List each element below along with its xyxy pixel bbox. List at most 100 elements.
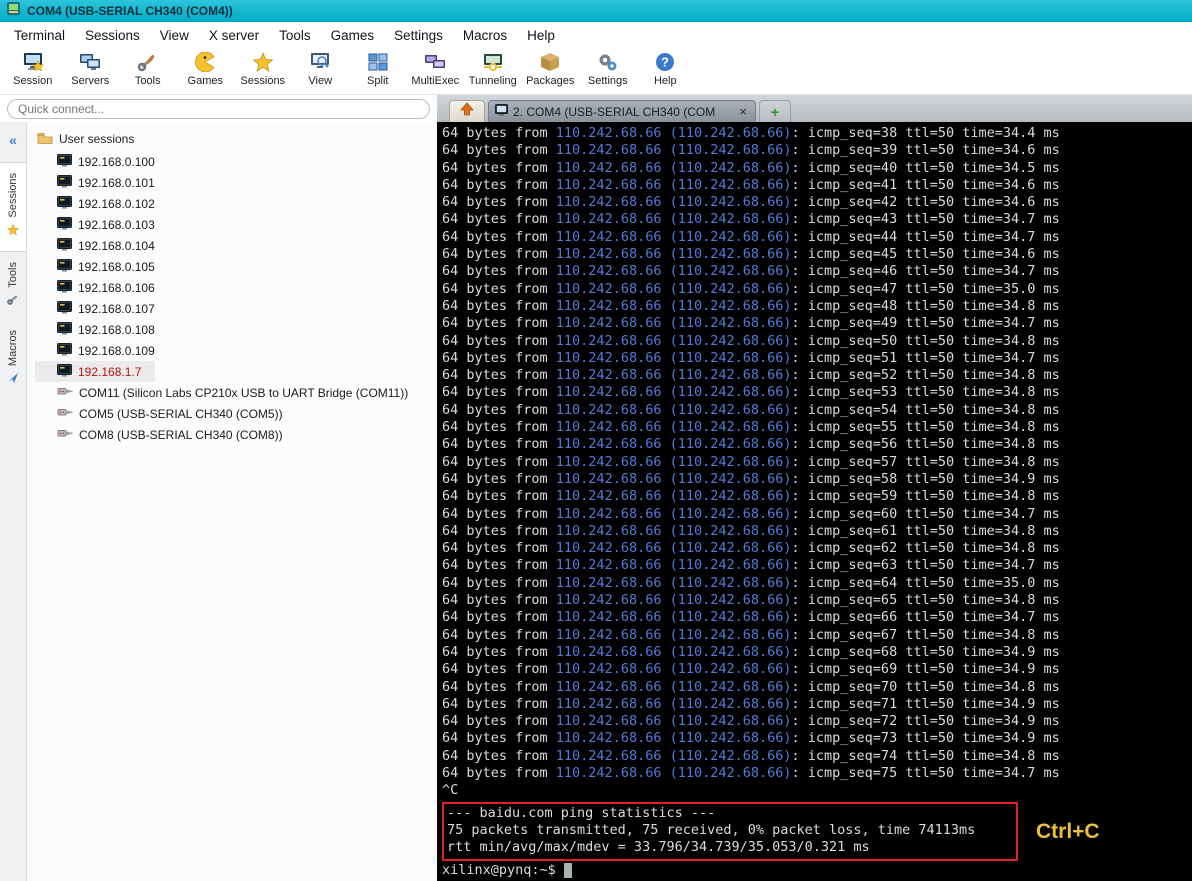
stats-rtt: rtt min/avg/max/mdev = 33.796/34.739/35.… [447,839,870,856]
home-tab-icon [460,102,474,121]
servers-button[interactable]: Servers [62,51,120,87]
ping-line: 64 bytes from 110.242.68.66 (110.242.68.… [442,194,1060,211]
games-icon [193,51,217,73]
ping-line: 64 bytes from 110.242.68.66 (110.242.68.… [442,263,1060,280]
ping-line: 64 bytes from 110.242.68.66 (110.242.68.… [442,436,1060,453]
host-terminal-icon [57,279,72,296]
split-button[interactable]: Split [349,51,407,87]
host-terminal-icon [57,216,72,233]
ping-line: 64 bytes from 110.242.68.66 (110.242.68.… [442,609,1060,626]
home-tab[interactable] [449,100,485,122]
ping-line: 64 bytes from 110.242.68.66 (110.242.68.… [442,453,1060,470]
terminal[interactable]: 64 bytes from 110.242.68.66 (110.242.68.… [437,122,1192,881]
ping-line: 64 bytes from 110.242.68.66 (110.242.68.… [442,557,1060,574]
tree-root[interactable]: User sessions [35,129,437,151]
menu-tools[interactable]: Tools [269,25,321,46]
host-terminal-icon [57,174,72,191]
side-tab-strip: « Sessions Tools Macros [0,122,27,881]
settings-button[interactable]: Settings [579,51,637,87]
host-terminal-icon [57,321,72,338]
tree-item-192.168.0.104[interactable]: 192.168.0.104 [35,235,437,256]
ping-line: 64 bytes from 110.242.68.66 (110.242.68.… [442,764,1060,781]
tree-item-192.168.0.107[interactable]: 192.168.0.107 [35,298,437,319]
quick-connect-input[interactable] [7,98,430,119]
session-button[interactable]: Session [4,51,62,87]
quick-connect-container [0,95,437,122]
host-terminal-icon [57,153,72,170]
ping-line: 64 bytes from 110.242.68.66 (110.242.68.… [442,419,1060,436]
menu-xserver[interactable]: X server [199,25,269,46]
ping-line: 64 bytes from 110.242.68.66 (110.242.68.… [442,540,1060,557]
ping-line: 64 bytes from 110.242.68.66 (110.242.68.… [442,228,1060,245]
tree-item-192.168.0.109[interactable]: 192.168.0.109 [35,340,437,361]
host-terminal-icon [57,300,72,317]
new-tab-button[interactable]: + [759,100,791,122]
servers-icon [78,51,102,73]
tree-item-label: 192.168.1.7 [78,364,142,379]
ctrl-c-annotation: Ctrl+C [1036,819,1100,843]
tree-item-com8[interactable]: COM8 (USB-SERIAL CH340 (COM8)) [35,424,437,445]
tree-item-192.168.0.103[interactable]: 192.168.0.103 [35,214,437,235]
ping-line: 64 bytes from 110.242.68.66 (110.242.68.… [442,643,1060,660]
ping-line: 64 bytes from 110.242.68.66 (110.242.68.… [442,592,1060,609]
side-tab-tools[interactable]: Tools [0,252,26,321]
view-icon [308,51,332,73]
view-button[interactable]: View [292,51,350,87]
stats-annotation-box: --- baidu.com ping statistics --- 75 pac… [442,801,1018,862]
split-icon [366,51,390,73]
sessions-button[interactable]: Sessions [234,51,292,87]
toolbar: Session Servers Tools Games Sessions Vie… [0,48,1192,95]
tree-item-com11[interactable]: COM11 (Silicon Labs CP210x USB to UART B… [35,382,437,403]
side-tab-macros[interactable]: Macros [0,320,26,399]
session-tree: User sessions 192.168.0.100 192.168.0.101… [27,122,437,881]
ping-line: 64 bytes from 110.242.68.66 (110.242.68.… [442,176,1060,193]
ping-line: 64 bytes from 110.242.68.66 (110.242.68.… [442,626,1060,643]
multiexec-button[interactable]: MultiExec [407,51,465,87]
tree-item-192.168.0.105[interactable]: 192.168.0.105 [35,256,437,277]
tree-item-192.168.0.108[interactable]: 192.168.0.108 [35,319,437,340]
app-icon [6,1,21,21]
ping-line: 64 bytes from 110.242.68.66 (110.242.68.… [442,246,1060,263]
games-button[interactable]: Games [177,51,235,87]
packages-button[interactable]: Packages [522,51,580,87]
menu-sessions[interactable]: Sessions [75,25,150,46]
menu-help[interactable]: Help [517,25,565,46]
main-area: « Sessions Tools Macros User sessions 19… [0,122,1192,881]
tree-item-com5[interactable]: COM5 (USB-SERIAL CH340 (COM5)) [35,403,437,424]
tab-close-icon[interactable]: × [737,104,749,119]
tab-com4[interactable]: 2. COM4 (USB-SERIAL CH340 (COM × [488,100,756,122]
tools-icon [136,51,160,73]
host-terminal-icon [57,363,72,380]
side-tab-sessions[interactable]: Sessions [0,162,26,252]
ping-line: 64 bytes from 110.242.68.66 (110.242.68.… [442,332,1060,349]
menu-games[interactable]: Games [321,25,385,46]
tree-item-label: 192.168.0.103 [78,217,155,232]
menu-macros[interactable]: Macros [453,25,517,46]
tab-bar: 2. COM4 (USB-SERIAL CH340 (COM × + [437,95,1192,122]
packages-icon [538,51,562,73]
ping-line: 64 bytes from 110.242.68.66 (110.242.68.… [442,315,1060,332]
tree-item-192.168.0.101[interactable]: 192.168.0.101 [35,172,437,193]
ping-line: 64 bytes from 110.242.68.66 (110.242.68.… [442,280,1060,297]
menu-terminal[interactable]: Terminal [4,25,75,46]
tree-item-192.168.0.106[interactable]: 192.168.0.106 [35,277,437,298]
tunneling-button[interactable]: Tunneling [464,51,522,87]
tools-button[interactable]: Tools [119,51,177,87]
stats-header: --- baidu.com ping statistics --- [447,804,716,821]
tree-item-label: 192.168.0.101 [78,175,155,190]
ping-line: 64 bytes from 110.242.68.66 (110.242.68.… [442,125,1060,141]
tree-item-192.168.0.100[interactable]: 192.168.0.100 [35,151,437,172]
tree-item-192.168.0.102[interactable]: 192.168.0.102 [35,193,437,214]
tunneling-icon [481,51,505,73]
menu-settings[interactable]: Settings [384,25,453,46]
help-button[interactable]: ? Help [637,51,695,87]
terminal-tab-icon [495,103,508,121]
menu-bar: Terminal Sessions View X server Tools Ga… [0,22,1192,48]
menu-view[interactable]: View [150,25,199,46]
stats-row: --- baidu.com ping statistics --- 75 pac… [442,801,1192,862]
collapse-sidebar-icon[interactable]: « [9,132,17,148]
tree-item-192.168.1.7[interactable]: 192.168.1.7 [35,361,155,382]
ping-line: 64 bytes from 110.242.68.66 (110.242.68.… [442,713,1060,730]
ping-line: 64 bytes from 110.242.68.66 (110.242.68.… [442,661,1060,678]
tree-item-label: 192.168.0.107 [78,301,155,316]
